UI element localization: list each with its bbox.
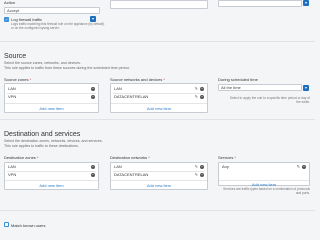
destination-networks-label: Destination networks * [110,155,150,160]
list-item: LAN [114,86,122,91]
list-item: LAN [8,86,16,91]
remove-icon[interactable]: − [91,86,95,91]
log-firewall-help: Logs traffic matching this firewall rule… [11,22,105,30]
source-networks-label: Source networks and devices * [110,77,165,82]
chevron-down-icon: ▾ [304,84,307,90]
edit-icon[interactable]: ✎ [297,164,300,169]
services-help: Services are traffic types based on a co… [223,187,310,195]
chevron-down-icon: ▾ [304,0,307,5]
destination-networks-list: LAN ✎ − DATACENTRELAN ✎ − Add new item [110,162,208,190]
add-new-item-button[interactable]: Add new item [111,180,207,191]
remove-icon[interactable]: − [302,164,306,169]
match-known-users-label: Match known users [11,222,46,228]
section-separator [0,119,315,120]
add-new-item-button[interactable]: Add new item [5,180,98,191]
edit-icon[interactable]: ✎ [195,164,198,169]
list-item: DATACENTRELAN [114,172,149,177]
schedule-select[interactable]: All the time [218,84,302,91]
remove-icon[interactable]: − [200,94,204,99]
source-desc-2: This rule applies to traffic from these … [4,65,130,70]
list-item: Any [222,164,229,169]
section-separator [0,41,315,42]
source-zones-list: LAN − VPN − Add new item [4,83,99,113]
destination-desc-2: This rule applies to traffic to these de… [4,143,79,148]
description-textarea[interactable] [110,0,208,9]
top-right-dropdown[interactable]: ▾ [303,0,309,6]
source-title: Source [4,53,27,60]
remove-icon[interactable]: − [200,86,204,91]
add-new-item-button[interactable]: Add new item [5,103,98,114]
top-right-select[interactable] [218,0,302,7]
action-label: Action [4,0,16,5]
schedule-dropdown[interactable]: ▾ [303,84,309,91]
remove-icon[interactable]: − [91,94,95,99]
list-item: LAN [8,164,16,169]
schedule-help: Select to apply the rule to a specific t… [229,96,310,104]
chevron-down-icon: ▾ [91,16,94,21]
section-separator [0,210,315,211]
source-networks-list: LAN ✎ − DATACENTRELAN ✎ − Add new item [110,83,208,113]
remove-icon[interactable]: − [91,172,95,177]
edit-icon[interactable]: ✎ [195,172,198,177]
edit-icon[interactable]: ✎ [195,94,198,99]
source-zones-label: Source zones * [4,77,32,82]
remove-icon[interactable]: − [200,172,204,177]
destination-title: Destination and services [4,131,81,138]
match-known-users-checkbox[interactable] [4,222,9,227]
list-item: VPN [8,172,17,177]
edit-icon[interactable]: ✎ [195,86,198,91]
destination-zones-list: LAN − VPN − Add new item [4,162,99,190]
services-label: Services * [218,155,237,160]
remove-icon[interactable]: − [91,164,95,169]
schedule-label: During scheduled time [218,77,258,82]
list-item: LAN [114,164,122,169]
add-new-item-button[interactable]: Add new item [111,103,207,114]
destination-zones-label: Destination zones * [4,155,39,160]
action-field[interactable]: Accept [4,7,100,14]
log-firewall-checkbox[interactable]: ✓ [4,17,9,22]
list-item: VPN [8,94,17,99]
remove-icon[interactable]: − [200,164,204,169]
services-list: Any ✎ − Add new item [218,162,310,187]
list-item: DATACENTRELAN [114,94,149,99]
